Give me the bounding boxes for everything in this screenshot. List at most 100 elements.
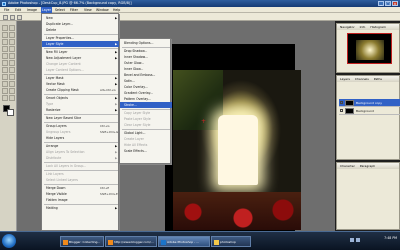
menu-item-matting[interactable]: Matting ▶ xyxy=(42,205,120,211)
toolbox xyxy=(0,21,17,231)
auto-select-icon[interactable] xyxy=(10,14,15,20)
volume-icon[interactable] xyxy=(356,238,360,242)
tab-channels[interactable]: Channels xyxy=(355,77,369,81)
history-brush-tool-icon[interactable] xyxy=(9,53,15,59)
taskbar-item-blogger[interactable]: Blogger: Collecting... xyxy=(60,236,104,247)
menu-item-label: Bevel and Emboss... xyxy=(124,73,156,77)
submenu-arrow-icon: ▶ xyxy=(115,156,118,160)
menu-item-label: Blending Options... xyxy=(124,41,154,45)
menu-item-distribute: Distribute ▶ xyxy=(42,155,120,161)
notes-tool-icon[interactable] xyxy=(2,88,8,94)
layer-row-background[interactable]: Background xyxy=(339,107,400,115)
menu-item-label: Inner Shadow... xyxy=(124,55,148,59)
plant-image-area xyxy=(173,70,223,130)
menu-item-label: Layer Style xyxy=(46,42,64,46)
menu-item-stroke[interactable]: Stroke... xyxy=(120,102,172,108)
tab-histogram[interactable]: Histogram xyxy=(370,25,386,29)
flowers-image-area xyxy=(173,192,301,230)
brush-tool-icon[interactable] xyxy=(9,46,15,52)
hand-tool-icon[interactable] xyxy=(2,95,8,101)
photoshop-icon xyxy=(161,240,166,245)
tab-info[interactable]: Info xyxy=(360,25,366,29)
eyedropper-tool-icon[interactable] xyxy=(9,88,15,94)
menu-item-label: New Adjustment Layer xyxy=(46,56,82,60)
menu-item-label: Layer Content Options... xyxy=(46,68,84,72)
minimize-button[interactable]: _ xyxy=(378,1,384,6)
menu-item-label: Pattern Overlay... xyxy=(124,97,151,101)
layer-style-submenu: Blending Options... Drop Shadow... Inner S… xyxy=(119,38,172,164)
transform-controls-icon[interactable] xyxy=(17,14,22,20)
layers-panel: Layers Channels Paths Background copy Ba… xyxy=(336,75,400,160)
menu-item-create-clipping-mask[interactable]: Create Clipping Mask Alt+Ctrl+G xyxy=(42,87,120,93)
menu-item-label: Change Layer Content xyxy=(46,62,81,66)
menu-item-delete[interactable]: Delete xyxy=(42,27,120,33)
pen-tool-icon[interactable] xyxy=(2,74,8,80)
taskbar-item-label: Blogger: Collecting... xyxy=(69,240,101,244)
magic-wand-tool-icon[interactable] xyxy=(9,32,15,38)
maximize-button[interactable]: □ xyxy=(385,1,391,6)
shape-tool-icon[interactable] xyxy=(9,81,15,87)
menu-item-label: Smart Objects xyxy=(46,96,69,100)
menu-item-label: Ungroup Layers xyxy=(46,130,71,134)
layer-name: Background copy xyxy=(356,101,383,105)
navigator-panel: Navigator Info Histogram xyxy=(336,23,400,73)
menu-item-label: Gradient Overlay... xyxy=(124,91,153,95)
menu-item-label: Clear Layer Style xyxy=(124,123,151,127)
lasso-tool-icon[interactable] xyxy=(2,32,8,38)
dodge-tool-icon[interactable] xyxy=(9,67,15,73)
taskbar-item-photoshop[interactable]: Adobe Photoshop - ... xyxy=(158,236,210,247)
menu-item-layer-style[interactable]: Layer Style ▶ xyxy=(42,41,120,47)
tab-layers[interactable]: Layers xyxy=(340,77,350,81)
zoom-tool-icon[interactable] xyxy=(9,95,15,101)
menu-item-label: Scale Effects... xyxy=(124,149,147,153)
menu-item-label: Duplicate Layer... xyxy=(46,22,74,26)
network-icon[interactable] xyxy=(350,238,354,242)
eraser-tool-icon[interactable] xyxy=(2,60,8,66)
menu-item-flatten-image[interactable]: Flatten Image xyxy=(42,197,120,203)
slice-tool-icon[interactable] xyxy=(9,39,15,45)
browser-icon xyxy=(108,240,113,245)
menu-item-label: Hide All Effects xyxy=(124,143,148,147)
menu-item-label: Type xyxy=(46,102,54,106)
taskbar-item-label: Adobe Photoshop - ... xyxy=(167,240,200,244)
menu-item-label: Layer Properties... xyxy=(46,36,75,40)
menu-item-label: New Fill Layer xyxy=(46,50,68,54)
menu-item-new-layer-based-slice[interactable]: New Layer Based Slice xyxy=(42,115,120,121)
taskbar-item-browser[interactable]: http://www.blogger.com/... xyxy=(105,236,157,247)
menu-item-label: Delete xyxy=(46,28,57,32)
tab-character[interactable]: Character xyxy=(340,164,355,168)
layer-thumbnail xyxy=(345,100,354,106)
menu-item-layer-content-options: Layer Content Options... xyxy=(42,67,120,73)
navigator-panel-tabs: Navigator Info Histogram xyxy=(337,24,399,30)
start-button[interactable] xyxy=(2,234,16,248)
close-button[interactable]: × xyxy=(392,1,398,6)
gradient-tool-icon[interactable] xyxy=(9,60,15,66)
type-tool-icon[interactable] xyxy=(9,74,15,80)
taskbar-item-folder[interactable]: photoshop xyxy=(211,236,251,247)
eye-icon[interactable] xyxy=(340,109,343,112)
move-tool-icon[interactable] xyxy=(9,25,15,31)
menu-item-hide-layers[interactable]: Hide Layers xyxy=(42,135,120,141)
tab-paths[interactable]: Paths xyxy=(374,77,382,81)
move-tool-icon[interactable] xyxy=(3,14,8,20)
navigator-thumbnail[interactable] xyxy=(347,33,392,64)
healing-brush-tool-icon[interactable] xyxy=(2,46,8,52)
layer-row-background-copy[interactable]: Background copy xyxy=(339,99,400,107)
menu-item-scale-effects[interactable]: Scale Effects... xyxy=(120,148,172,154)
menu-item-rasterize[interactable]: Rasterize ▶ xyxy=(42,107,120,113)
background-color-swatch[interactable] xyxy=(7,109,14,116)
eye-icon[interactable] xyxy=(340,101,343,104)
menu-item-label: Global Light... xyxy=(124,131,146,135)
crop-tool-icon[interactable] xyxy=(2,39,8,45)
menu-item-clear-layer-style: Clear Layer Style xyxy=(120,122,172,128)
menu-item-label: Select Linked Layers xyxy=(46,178,78,182)
blogger-icon xyxy=(63,240,68,245)
marquee-tool-icon[interactable] xyxy=(2,25,8,31)
path-selection-tool-icon[interactable] xyxy=(2,81,8,87)
menu-item-select-linked-layers: Select Linked Layers xyxy=(42,177,120,183)
clone-stamp-tool-icon[interactable] xyxy=(2,53,8,59)
tab-paragraph[interactable]: Paragraph xyxy=(360,164,375,168)
menu-item-blending-options[interactable]: Blending Options... xyxy=(120,40,172,46)
blur-tool-icon[interactable] xyxy=(2,67,8,73)
tab-navigator[interactable]: Navigator xyxy=(340,25,355,29)
